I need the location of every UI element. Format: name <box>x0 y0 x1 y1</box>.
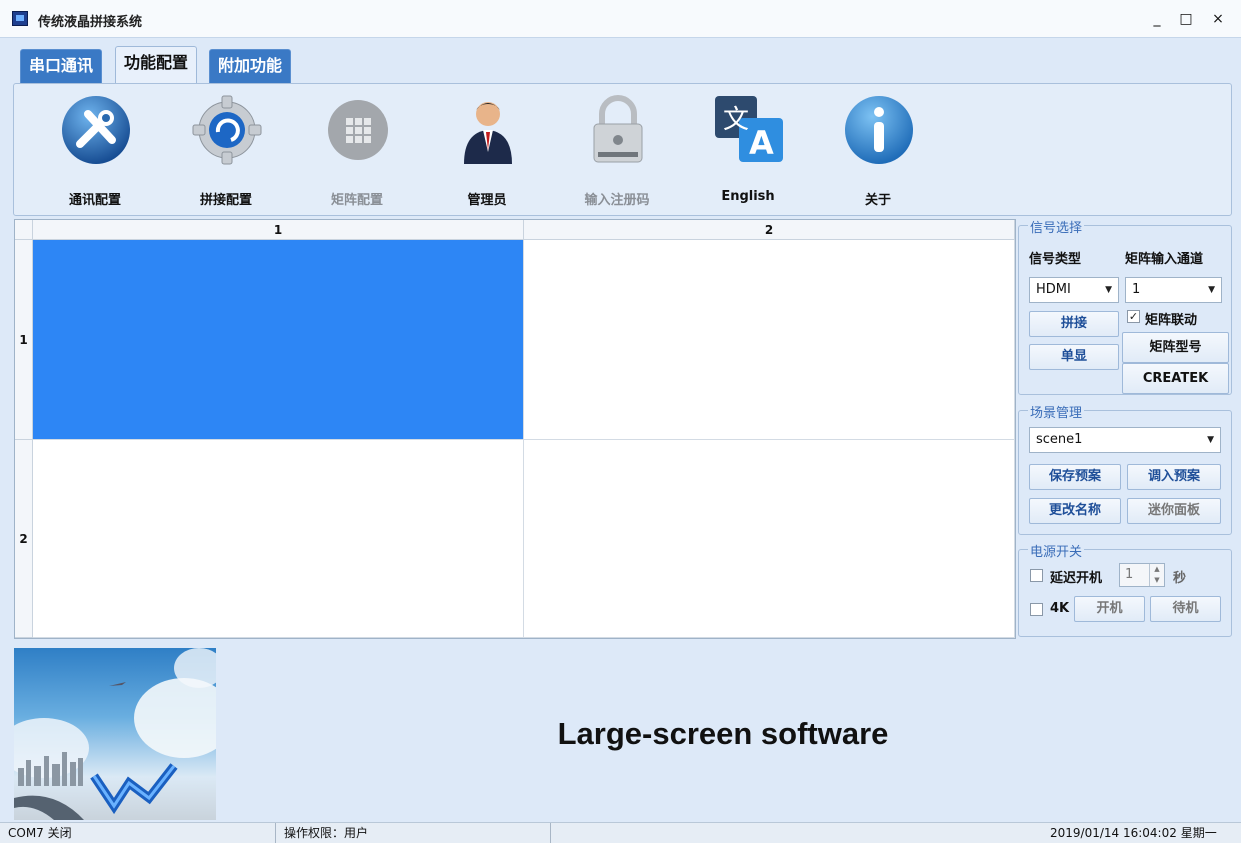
screen-layout-grid: 1 2 1 2 <box>14 219 1016 639</box>
signal-group-title: 信号选择 <box>1028 217 1085 236</box>
svg-text:文: 文 <box>723 105 749 135</box>
info-icon <box>845 96 913 164</box>
scene-group-title: 场景管理 <box>1028 402 1085 421</box>
function-toolbar: 通讯配置 拼接配置 矩阵配置 管理员 输入注册码 文 A English 关于 <box>13 83 1232 216</box>
grid-cell-r1c2[interactable] <box>524 240 1015 440</box>
minimize-button[interactable]: _ <box>1146 8 1168 30</box>
delay-seconds-value: 1 <box>1125 567 1134 582</box>
row-header-2[interactable]: 2 <box>15 440 33 638</box>
grid-icon <box>328 100 388 160</box>
matrix-config-label: 矩阵配置 <box>330 193 383 208</box>
matrix-channel-label: 矩阵输入通道 <box>1125 252 1204 267</box>
comm-config-button[interactable]: 通讯配置 <box>40 94 150 212</box>
city-skyline-illustration <box>14 648 216 820</box>
admin-person-icon <box>464 102 512 164</box>
fourk-label: 4K <box>1050 601 1070 616</box>
scene-select[interactable]: scene1 ▼ <box>1029 427 1221 453</box>
matrix-model-value[interactable]: CREATEK <box>1122 363 1229 394</box>
fourk-checkbox[interactable] <box>1030 603 1043 616</box>
splice-config-label: 拼接配置 <box>199 193 252 208</box>
save-preset-button[interactable]: 保存预案 <box>1029 464 1121 490</box>
english-label: English <box>721 189 775 204</box>
scene-select-value: scene1 <box>1036 432 1083 447</box>
matrix-channel-select[interactable]: 1 ▼ <box>1125 277 1222 303</box>
translate-icon: 文 A <box>715 96 783 162</box>
power-switch-group: 电源开关 延迟开机 1 ▲ ▼ 秒 4K 开机 待机 <box>1018 541 1232 637</box>
delay-seconds-stepper[interactable]: 1 ▲ ▼ <box>1119 563 1165 587</box>
grid-corner <box>15 220 33 240</box>
svg-text:A: A <box>749 124 774 162</box>
scene-management-group: 场景管理 scene1 ▼ 保存预案 调入预案 更改名称 迷你面板 <box>1018 402 1232 535</box>
delay-unit-label: 秒 <box>1173 571 1187 586</box>
tools-icon <box>62 96 130 164</box>
banner-image <box>14 648 216 820</box>
single-display-button[interactable]: 单显 <box>1029 344 1119 370</box>
tab-extra-functions[interactable]: 附加功能 <box>209 49 292 83</box>
banner: Large-screen software <box>14 648 1232 820</box>
tab-function-config[interactable]: 功能配置 <box>115 46 198 84</box>
permission-status: 操作权限：用户 <box>276 823 551 843</box>
stepper-arrows-icon[interactable]: ▲ ▼ <box>1149 564 1164 586</box>
signal-type-select[interactable]: HDMI ▼ <box>1029 277 1119 303</box>
banner-text: Large-screen software <box>557 716 889 751</box>
signal-select-group: 信号选择 信号类型 矩阵输入通道 HDMI ▼ 1 ▼ 拼接 ✓ 矩阵联动 单显… <box>1018 217 1232 395</box>
tab-serial-comm[interactable]: 串口通讯 <box>20 49 103 83</box>
matrix-model-label: 矩阵型号 <box>1122 332 1229 363</box>
power-on-button[interactable]: 开机 <box>1074 596 1145 622</box>
splice-button[interactable]: 拼接 <box>1029 311 1119 337</box>
port-status: COM7 关闭 <box>0 823 276 843</box>
signal-type-label: 信号类型 <box>1029 252 1082 267</box>
padlock-icon <box>593 95 643 163</box>
status-bar: COM7 关闭 操作权限：用户 2019/01/14 16:04:02 星期一 <box>0 822 1241 843</box>
datetime-status: 2019/01/14 16:04:02 星期一 <box>1050 826 1217 840</box>
mini-panel-button[interactable]: 迷你面板 <box>1127 498 1221 524</box>
load-preset-button[interactable]: 调入预案 <box>1127 464 1221 490</box>
title-bar: 传统液晶拼接系统 _ □ × <box>0 0 1241 38</box>
col-header-1[interactable]: 1 <box>33 220 524 240</box>
power-group-title: 电源开关 <box>1028 541 1085 560</box>
rename-button[interactable]: 更改名称 <box>1029 498 1121 524</box>
delay-power-label: 延迟开机 <box>1050 571 1103 586</box>
standby-button[interactable]: 待机 <box>1150 596 1221 622</box>
admin-button[interactable]: 管理员 <box>432 94 542 212</box>
admin-label: 管理员 <box>467 193 507 208</box>
grid-cell-r2c1[interactable] <box>33 440 524 638</box>
matrix-link-checkbox[interactable]: ✓ <box>1127 310 1140 323</box>
matrix-channel-value: 1 <box>1132 282 1141 297</box>
close-button[interactable]: × <box>1207 8 1229 30</box>
grid-cell-r1c1[interactable] <box>33 240 524 440</box>
comm-config-label: 通讯配置 <box>68 193 121 208</box>
app-window: 传统液晶拼接系统 _ □ × 串口通讯 功能配置 附加功能 通讯配置 拼接配置 … <box>0 0 1241 843</box>
chevron-down-icon: ▼ <box>1208 285 1215 295</box>
gear-refresh-icon <box>192 95 262 165</box>
delay-power-checkbox[interactable] <box>1030 569 1043 582</box>
about-button[interactable]: 关于 <box>823 94 933 212</box>
about-label: 关于 <box>864 193 891 208</box>
chevron-down-icon: ▼ <box>1105 285 1112 295</box>
col-header-2[interactable]: 2 <box>524 220 1015 240</box>
register-code-button[interactable]: 输入注册码 <box>562 94 672 212</box>
monitor-icon <box>12 11 28 26</box>
grid-cell-r2c2[interactable] <box>524 440 1015 638</box>
chevron-down-icon: ▼ <box>1207 435 1214 445</box>
register-code-label: 输入注册码 <box>584 193 650 208</box>
row-header-1[interactable]: 1 <box>15 240 33 440</box>
maximize-button[interactable]: □ <box>1175 8 1197 30</box>
matrix-config-button[interactable]: 矩阵配置 <box>302 94 412 212</box>
matrix-link-label: 矩阵联动 <box>1145 313 1198 328</box>
english-button[interactable]: 文 A English <box>693 94 803 212</box>
signal-type-value: HDMI <box>1036 282 1071 297</box>
window-title: 传统液晶拼接系统 <box>38 15 143 30</box>
splice-config-button[interactable]: 拼接配置 <box>171 94 281 212</box>
